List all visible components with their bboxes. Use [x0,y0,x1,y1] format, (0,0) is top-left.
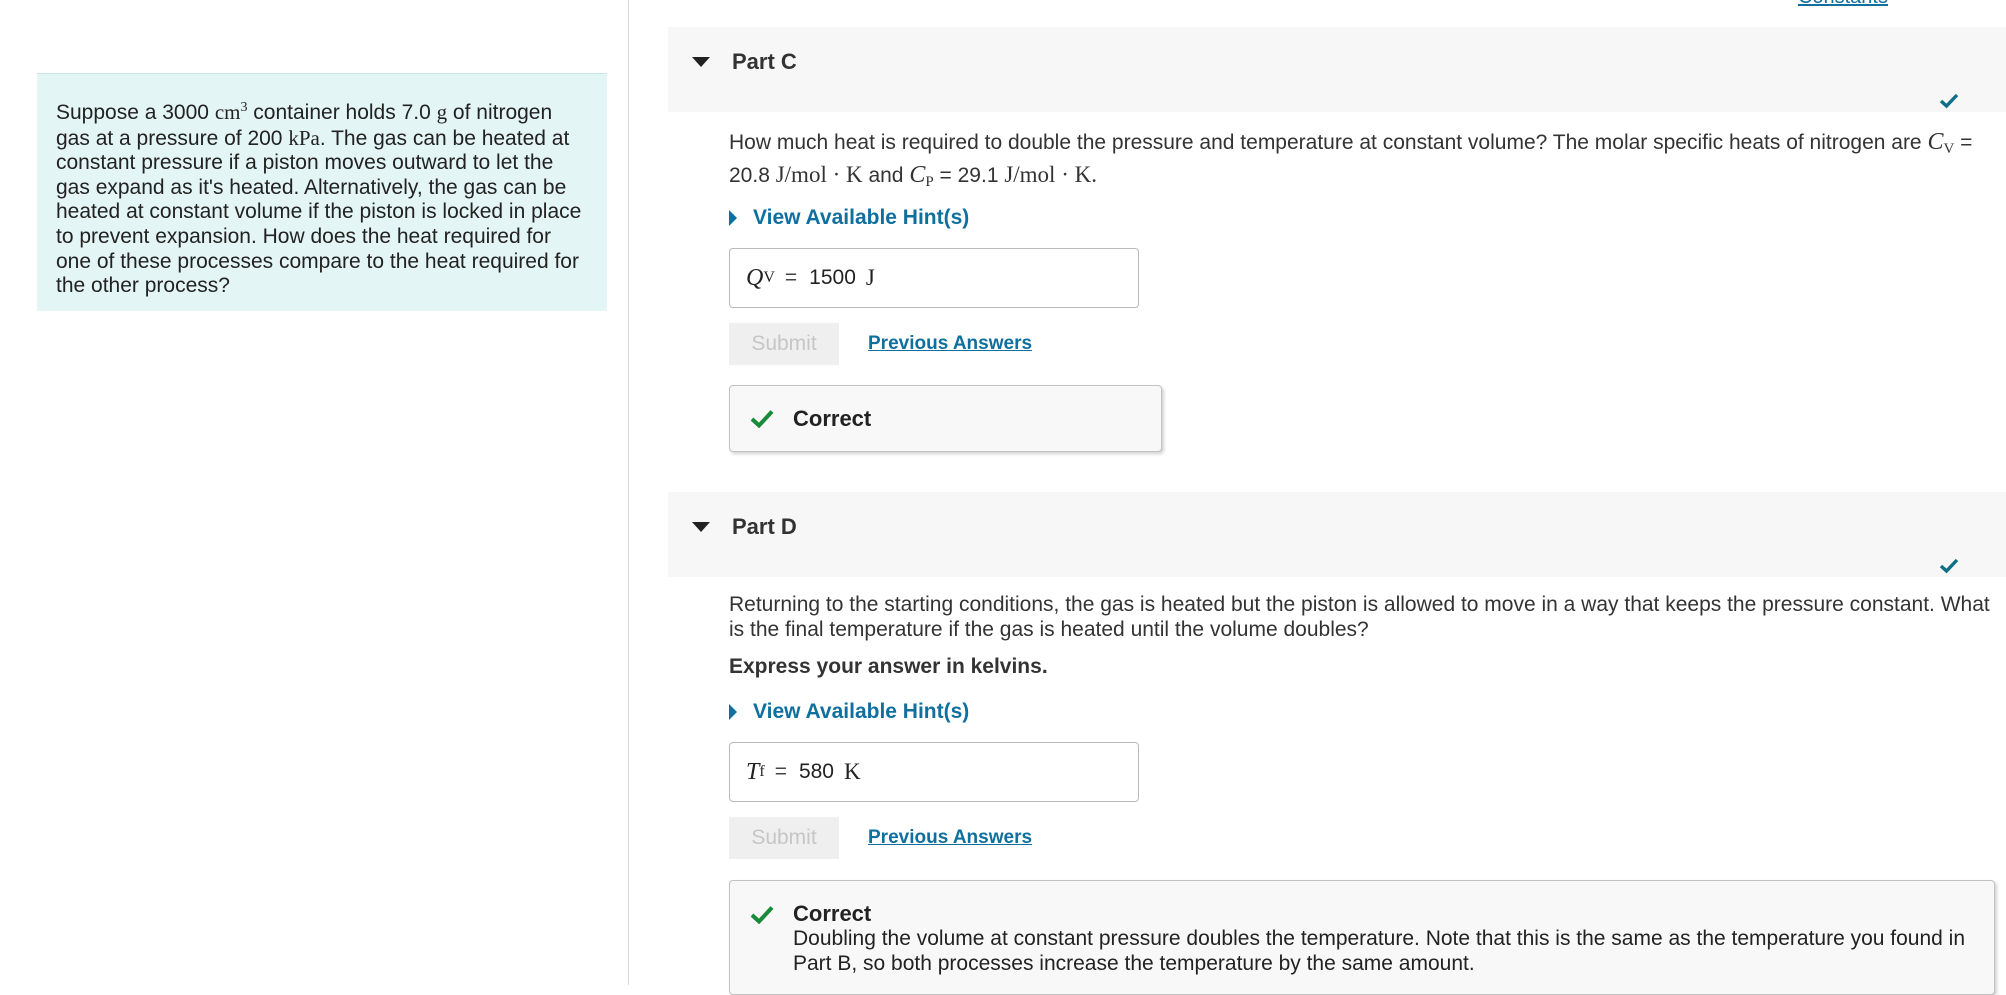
question-text: = 29.1 [933,164,1005,187]
submit-button[interactable]: Submit [729,323,839,365]
part-c-header[interactable]: Part C [668,27,2006,112]
caret-right-icon [729,210,737,226]
answer-symbol: Q [746,264,764,291]
problem-unit: cm [214,100,241,124]
previous-answers-link[interactable]: Previous Answers [868,827,1032,849]
part-title: Part D [732,514,797,539]
caret-right-icon [729,704,737,720]
answer-unit: K [844,759,861,784]
check-icon [1939,93,1959,109]
constants-link[interactable]: Constants [1798,0,1888,9]
check-icon [750,410,774,428]
answer-value: 580 [798,760,834,783]
check-icon [750,906,774,924]
feedback-correct: Correct Doubling the volume at constant … [729,880,1995,995]
problem-text: Suppose a 3000 [56,101,215,124]
problem-text: container holds 7.0 [247,101,437,124]
caret-down-icon [692,522,710,532]
answer-equals: = [774,760,787,783]
part-title: Part C [732,49,797,74]
express-instruction: Express your answer in kelvins. [729,655,1048,678]
problem-panel: Suppose a 3000 cm3 container holds 7.0 g… [0,0,629,985]
submit-button[interactable]: Submit [729,817,839,859]
part-d-header[interactable]: Part D [668,492,2006,577]
part-c-question: How much heat is required to double the … [729,130,1999,195]
feedback-text: Doubling the volume at constant pressure… [793,927,1966,975]
answer-unit: J [865,265,875,290]
math-subscript: P [925,174,934,190]
feedback-correct: Correct [729,385,1162,452]
part-d-question: Returning to the starting conditions, th… [729,593,1990,641]
check-icon [1939,558,1959,574]
answer-subscript: f [759,763,765,780]
answer-subscript: V [763,269,775,286]
question-text: and [862,164,910,187]
previous-answers-link[interactable]: Previous Answers [868,333,1032,355]
problem-unit: kPa [288,125,320,150]
caret-down-icon [692,57,710,67]
answer-value: 1500 [809,266,856,289]
math-symbol: C [909,162,926,188]
hint-label: View Available Hint(s) [753,206,970,229]
answer-field[interactable]: Tf = 580 K [729,742,1139,802]
answer-equals: = [784,266,798,289]
hint-label: View Available Hint(s) [753,700,970,723]
problem-unit: g [436,100,448,124]
view-hints-toggle[interactable]: View Available Hint(s) [729,206,969,230]
problem-text: . The gas can be heated at constant pres… [56,126,582,298]
feedback-title: Correct [793,406,872,431]
view-hints-toggle[interactable]: View Available Hint(s) [729,700,969,724]
math-unit: J/mol · K. [1004,162,1097,187]
problem-statement: Suppose a 3000 cm3 container holds 7.0 g… [37,73,607,311]
math-unit: J/mol · K [775,162,863,187]
answer-field[interactable]: Q V = 1500 J [729,248,1139,308]
question-text: = [1954,131,1973,154]
question-text: 20.8 [729,164,776,187]
answer-symbol: T [746,758,760,785]
feedback-title: Correct [793,901,872,926]
math-subscript: V [1943,141,1955,157]
math-symbol: C [1927,129,1944,155]
question-text: How much heat is required to double the … [729,131,1928,154]
